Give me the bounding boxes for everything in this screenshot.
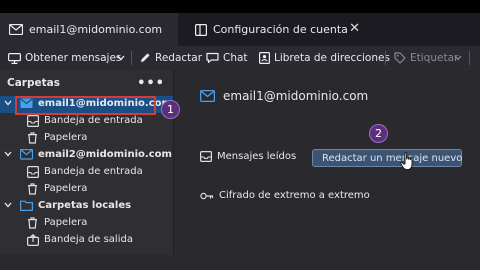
main-toolbar: Obtener mensajes Redactar Chat Libreta d…	[0, 46, 480, 70]
folder-label: Papelera	[44, 132, 88, 143]
account-title: email1@midominio.com	[200, 89, 368, 103]
tag-label: Etiquetar	[410, 52, 459, 64]
read-messages-label: Mensajes leídos	[217, 151, 297, 162]
write-new-message-button[interactable]: Redactar un mensaje nuevo	[312, 149, 462, 167]
tab-bar: email1@midominio.com Configuración de cu…	[0, 13, 480, 46]
inbox-icon	[27, 166, 39, 178]
inbox-icon	[27, 115, 39, 127]
chevron-down-icon[interactable]	[4, 150, 12, 158]
folder-icon	[20, 200, 33, 211]
folder-account-email2[interactable]: email2@midominio.com	[0, 147, 173, 164]
tag-button[interactable]: Etiquetar	[394, 46, 458, 70]
toolbar-divider	[131, 51, 132, 65]
folder-label: Bandeja de salida	[44, 234, 133, 245]
folder-inbox[interactable]: Bandeja de entrada	[0, 164, 173, 181]
address-book-button[interactable]: Libreta de direcciones	[259, 46, 390, 70]
tab-mail-label: email1@midominio.com	[29, 23, 163, 36]
e2e-encryption-link[interactable]: Cifrado de extremo a extremo	[200, 190, 370, 201]
trash-icon	[28, 183, 37, 195]
folder-label: Carpetas locales	[38, 200, 132, 211]
toolbar-divider	[385, 51, 386, 65]
folder-local-folders[interactable]: Carpetas locales	[0, 198, 173, 215]
write-label: Redactar	[155, 52, 203, 64]
folder-label: Papelera	[44, 217, 88, 228]
chat-bubble-icon	[206, 52, 219, 64]
settings-page-icon	[195, 23, 207, 36]
trash-icon	[28, 132, 37, 144]
outbox-icon	[27, 234, 39, 246]
chat-button[interactable]: Chat	[206, 46, 248, 70]
hand-pointer-icon	[400, 152, 413, 171]
folder-outbox[interactable]: Bandeja de salida	[0, 232, 173, 249]
tab-account-settings[interactable]: Configuración de cuenta ✕	[186, 13, 370, 46]
envelope-icon	[200, 90, 215, 102]
e2e-label: Cifrado de extremo a extremo	[219, 190, 370, 201]
get-messages-button[interactable]: Obtener mensajes	[8, 46, 121, 70]
more-options-icon[interactable]: •••	[137, 76, 165, 91]
highlight-box	[15, 96, 156, 115]
folder-pane-header: Carpetas •••	[0, 70, 173, 96]
tab-mail[interactable]: email1@midominio.com	[0, 13, 178, 46]
read-messages-link[interactable]: Mensajes leídos	[200, 151, 296, 162]
envelope-icon	[20, 149, 33, 160]
write-new-message-label: Redactar un mensaje nuevo	[322, 152, 463, 164]
tab-account-settings-label: Configuración de cuenta	[213, 23, 348, 36]
trash-icon	[28, 217, 37, 229]
folder-pane-title: Carpetas	[7, 77, 60, 89]
folder-label: email2@midominio.com	[38, 149, 172, 160]
folder-label: Papelera	[44, 183, 88, 194]
chevron-down-icon[interactable]	[4, 201, 12, 209]
tag-dropdown[interactable]	[454, 46, 466, 70]
chevron-down-icon[interactable]	[4, 99, 12, 107]
folder-trash[interactable]: Papelera	[0, 215, 173, 232]
inbox-icon	[200, 151, 212, 162]
get-messages-label: Obtener mensajes	[25, 52, 122, 64]
envelope-icon	[9, 24, 23, 35]
account-title-text: email1@midominio.com	[223, 89, 369, 103]
chevron-down-icon	[454, 55, 462, 61]
close-tab-icon[interactable]: ✕	[349, 21, 360, 36]
step-badge: 2	[369, 124, 388, 143]
download-tray-icon	[8, 52, 21, 64]
folder-trash[interactable]: Papelera	[0, 130, 173, 147]
folder-label: Bandeja de entrada	[44, 115, 143, 126]
address-book-label: Libreta de direcciones	[274, 52, 390, 64]
chat-label: Chat	[223, 52, 248, 64]
key-icon	[200, 192, 214, 199]
chevron-down-icon	[117, 55, 125, 61]
folder-trash[interactable]: Papelera	[0, 181, 173, 198]
get-messages-dropdown[interactable]	[117, 46, 129, 70]
address-book-icon	[259, 52, 270, 64]
folder-inbox[interactable]: Bandeja de entrada	[0, 113, 173, 130]
mail-app-window: email1@midominio.com Configuración de cu…	[0, 0, 480, 270]
tag-icon	[394, 52, 406, 64]
write-button[interactable]: Redactar	[139, 46, 202, 70]
toolbar-divider	[469, 51, 470, 65]
pencil-icon	[141, 53, 150, 62]
folder-label: Bandeja de entrada	[44, 166, 143, 177]
